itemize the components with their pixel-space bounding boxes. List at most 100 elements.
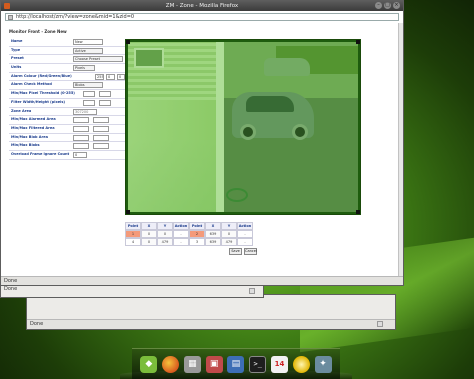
maximize-button[interactable]: □ <box>384 2 391 9</box>
units-select[interactable]: Pixels <box>73 65 95 72</box>
min-pixel-threshold-input[interactable] <box>83 91 95 98</box>
background-browser-window[interactable]: Done <box>26 294 396 330</box>
zone-polygon[interactable] <box>126 40 360 214</box>
files-icon[interactable]: ▦ <box>183 355 201 373</box>
filter-size-label: Filter Width/Height (pixels) <box>11 99 66 104</box>
filter-height-input[interactable] <box>99 99 111 106</box>
point-action[interactable]: - <box>173 230 189 238</box>
zone-settings-form: Name New Type Active Preset Choose Prese… <box>9 38 125 160</box>
preset-label: Preset <box>11 56 24 61</box>
resize-grip-icon[interactable] <box>377 321 383 327</box>
vertical-scrollbar[interactable] <box>398 23 403 276</box>
address-bar[interactable]: http://localhost/zm/?view=zone&mid=1&zid… <box>5 13 399 21</box>
point-action[interactable]: - <box>237 238 253 246</box>
col-header-x-2: X <box>205 222 221 230</box>
max-blob-area-input[interactable] <box>93 134 109 141</box>
form-row-check-method: Alarm Check Method Blobs <box>9 81 125 91</box>
back-status-bar: Done <box>27 319 395 329</box>
zone-point-handle-2[interactable] <box>356 40 360 44</box>
type-select[interactable]: Active <box>73 47 103 54</box>
point-x-input[interactable]: 639 <box>205 238 221 246</box>
save-button[interactable]: Save <box>229 248 242 255</box>
overload-ignore-input[interactable]: 0 <box>73 151 87 158</box>
type-label: Type <box>11 47 21 52</box>
pixel-threshold-label: Min/Max Pixel Threshold (0-255) <box>11 91 75 96</box>
tools-icon[interactable]: ✦ <box>314 355 332 373</box>
form-row-zone-area: Zone Area 307200 <box>9 108 125 117</box>
filtered-area-label: Min/Max Filtered Area <box>11 125 55 130</box>
form-row-filtered-area: Min/Max Filtered Area <box>9 125 125 134</box>
cancel-button[interactable]: Cancel <box>244 248 257 255</box>
min-blobs-input[interactable] <box>73 143 89 150</box>
form-row-alarmed-area: Min/Max Alarmed Area <box>9 116 125 125</box>
preset-select[interactable]: Choose Preset <box>73 56 123 63</box>
check-method-label: Alarm Check Method <box>11 82 52 87</box>
check-method-select[interactable]: Blobs <box>73 82 103 89</box>
zone-point-handle-1[interactable] <box>126 40 130 44</box>
col-header-y-2: Y <box>221 222 237 230</box>
max-blobs-input[interactable] <box>93 143 109 150</box>
back-status-text-2: Done <box>4 286 18 292</box>
col-header-action: Action <box>173 222 189 230</box>
point-y-input[interactable]: 479 <box>221 238 237 246</box>
form-row-type: Type Active <box>9 47 125 56</box>
point-number[interactable]: 4 <box>125 238 141 246</box>
min-blob-area-input[interactable] <box>73 134 89 141</box>
resize-grip-icon-2[interactable] <box>249 288 255 294</box>
point-y-input[interactable]: 479 <box>157 238 173 246</box>
minimize-button[interactable]: – <box>375 2 382 9</box>
name-input[interactable]: New <box>73 39 103 45</box>
table-row: 4 0 479 - 3 639 479 - <box>125 238 253 246</box>
close-button[interactable]: × <box>393 2 400 9</box>
save-icon[interactable]: ▤ <box>227 355 245 373</box>
alarm-colour-label: Alarm Colour (Red/Green/Blue) <box>11 73 72 78</box>
site-icon <box>8 15 13 20</box>
zone-points-table: Point X Y Action Point X Y Action 1 0 0 … <box>125 222 253 246</box>
bulb-icon[interactable] <box>292 355 310 373</box>
firefox-window-icon <box>4 3 10 9</box>
point-y-input[interactable]: 0 <box>157 230 173 238</box>
background-browser-window-2[interactable]: Done <box>0 284 264 298</box>
col-header-action-2: Action <box>237 222 253 230</box>
overload-ignore-label: Overload Frame Ignore Count <box>11 151 70 156</box>
form-row-overload-ignore: Overload Frame Ignore Count 0 <box>9 151 125 160</box>
point-x-input[interactable]: 639 <box>205 230 221 238</box>
back-status-text: Done <box>30 321 44 327</box>
col-header-point-2: Point <box>189 222 205 230</box>
terminal-icon[interactable]: >_ <box>249 355 267 373</box>
point-number[interactable]: 1 <box>125 230 141 238</box>
point-number[interactable]: 2 <box>189 230 205 238</box>
mint-menu-icon[interactable]: ◆ <box>140 355 158 373</box>
blobs-label: Min/Max Blobs <box>11 143 40 148</box>
alarm-blue-input[interactable]: 0 <box>117 73 125 80</box>
alarm-red-input[interactable]: 255 <box>95 73 104 80</box>
min-filtered-area-input[interactable] <box>73 125 89 132</box>
zone-camera-image[interactable] <box>125 39 361 215</box>
window-titlebar[interactable]: ZM - Zone - Mozilla Firefox – □ × <box>1 1 403 11</box>
dock: ◆ ▦ ▣ ▤ >_ 14 ✦ <box>132 348 340 379</box>
min-alarmed-area-input[interactable] <box>73 117 89 124</box>
point-x-input[interactable]: 0 <box>141 238 157 246</box>
zone-point-handle-3[interactable] <box>356 210 360 214</box>
calendar-icon[interactable]: 14 <box>270 355 288 373</box>
max-pixel-threshold-input[interactable] <box>99 91 111 98</box>
zone-point-handle-4[interactable] <box>126 210 130 214</box>
zone-area-input[interactable]: 307200 <box>73 108 97 115</box>
point-number[interactable]: 3 <box>189 238 205 246</box>
point-action[interactable]: - <box>173 238 189 246</box>
alarm-green-input[interactable]: 0 <box>106 73 115 80</box>
units-label: Units <box>11 65 22 70</box>
form-row-preset: Preset Choose Preset <box>9 55 125 65</box>
form-row-filter-size: Filter Width/Height (pixels) <box>9 99 125 108</box>
form-row-blobs: Min/Max Blobs <box>9 142 125 151</box>
filter-width-input[interactable] <box>83 99 95 106</box>
max-alarmed-area-input[interactable] <box>93 117 109 124</box>
point-y-input[interactable]: 0 <box>221 230 237 238</box>
max-filtered-area-input[interactable] <box>93 125 109 132</box>
browser-window[interactable]: ZM - Zone - Mozilla Firefox – □ × http:/… <box>0 0 404 286</box>
point-x-input[interactable]: 0 <box>141 230 157 238</box>
point-action[interactable]: - <box>237 230 253 238</box>
firefox-icon[interactable] <box>162 355 180 373</box>
form-row-units: Units Pixels <box>9 64 125 73</box>
image-viewer-icon[interactable]: ▣ <box>205 355 223 373</box>
